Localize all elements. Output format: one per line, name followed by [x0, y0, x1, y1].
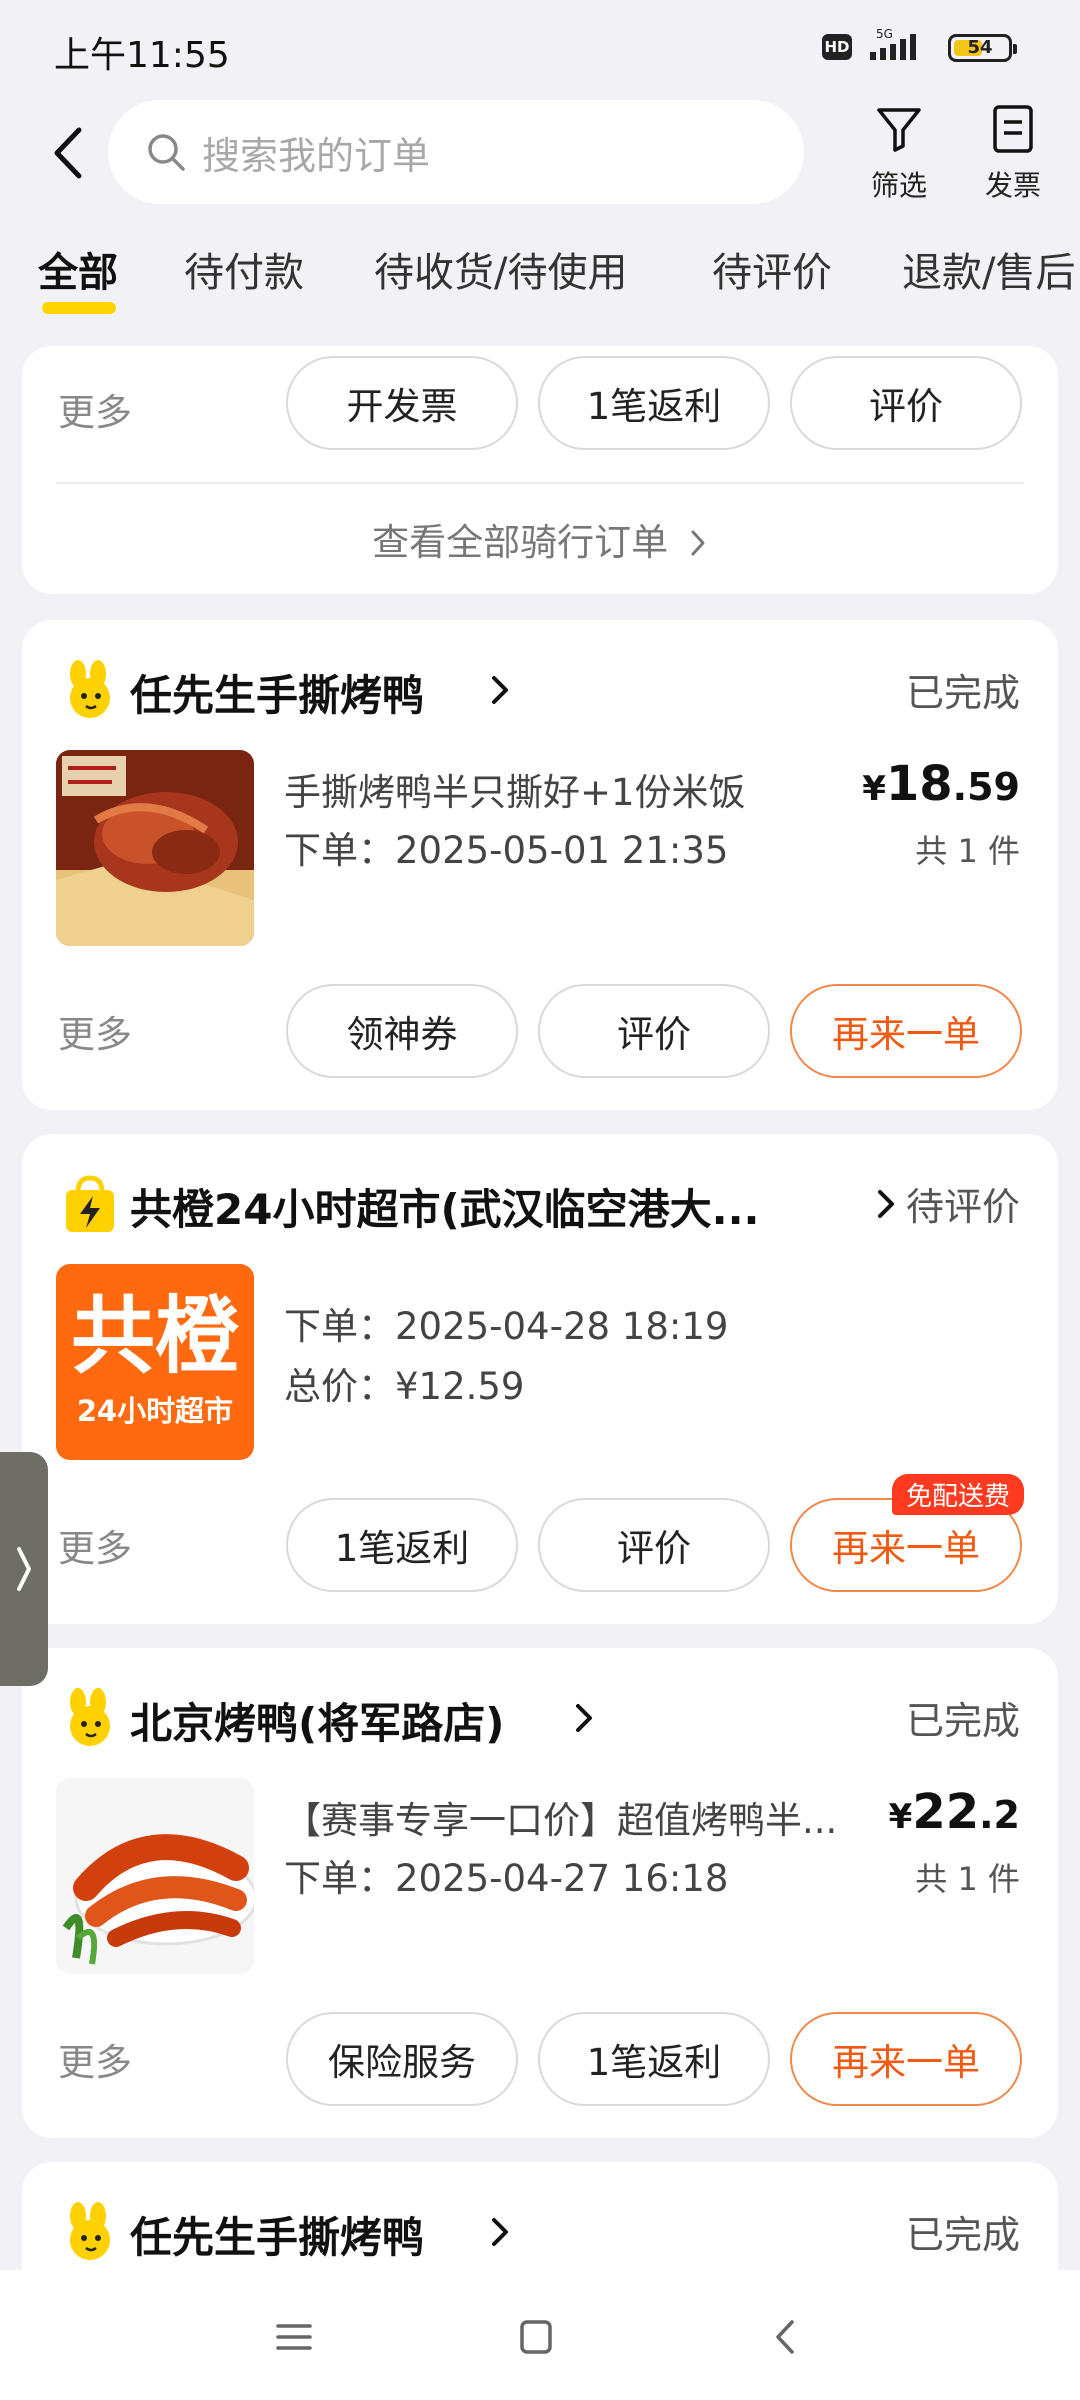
open-invoice-button[interactable]: 开发票 [286, 356, 518, 450]
order-card[interactable]: 任先生手撕烤鸭 已完成 手撕烤鸭半只撕好+1份米饭 下单：2025-05-01 … [22, 620, 1058, 1110]
tab-active-indicator [42, 302, 116, 314]
order-total: 总价：¥12.59 [284, 1365, 525, 1408]
order-date: 下单：2025-04-27 16:18 [284, 1857, 729, 1900]
review-button[interactable]: 评价 [538, 984, 770, 1078]
more-button[interactable]: 更多 [58, 1518, 132, 1572]
meituan-kangaroo-logo [70, 1688, 110, 1746]
logo-brand: 共橙 [70, 1287, 239, 1385]
order-card[interactable]: 北京烤鸭(将军路店) 已完成 【赛事专享一口价】超值烤鸭半... 下单：2025… [22, 1648, 1058, 2138]
back-nav-icon[interactable] [756, 2312, 816, 2362]
order-card-ride: 更多 开发票 1笔返利 评价 查看全部骑行订单 [22, 346, 1058, 594]
reorder-button[interactable]: 再来一单 [790, 984, 1022, 1078]
invoice-icon [993, 105, 1033, 153]
chevron-left-icon [54, 127, 82, 179]
free-delivery-badge: 免配送费 [891, 1474, 1024, 1515]
signal-icon: 5G [870, 27, 916, 60]
filter-label: 筛选 [870, 169, 927, 202]
system-nav-bar [0, 2270, 1080, 2400]
store-link[interactable]: 任先生手撕烤鸭 [60, 2198, 1020, 2264]
invoice-label: 发票 [984, 169, 1041, 202]
search-placeholder: 搜索我的订单 [202, 133, 431, 178]
battery-icon: 54 [948, 34, 1017, 62]
menu-icon[interactable] [264, 2312, 324, 2362]
status-time: 上午11:55 [54, 35, 230, 76]
product-image-peking-duck [56, 1778, 254, 1974]
tab-refund[interactable]: 退款/售后 [902, 240, 1075, 298]
product-name: 手撕烤鸭半只撕好+1份米饭 [284, 771, 746, 814]
svg-text:5G: 5G [876, 27, 893, 41]
store-link[interactable]: 北京烤鸭(将军路店) [60, 1684, 1020, 1750]
order-status: 已完成 [905, 1699, 1020, 1743]
product-image-roast-duck [56, 750, 254, 946]
item-count: 共 1 件 [915, 1860, 1020, 1898]
shopping-bag-icon [66, 1175, 114, 1232]
filter-button[interactable]: 筛选 [854, 104, 944, 204]
meituan-kangaroo-logo [70, 660, 110, 718]
home-icon[interactable] [506, 2312, 566, 2362]
gongcheng-store-logo: 共橙 24小时超市 [56, 1264, 254, 1460]
search-icon [148, 134, 185, 171]
product-name: 【赛事专享一口价】超值烤鸭半... [284, 1799, 838, 1842]
store-name: 共橙24小时超市(武汉临空港大... [130, 1185, 760, 1234]
chevron-right-icon [492, 676, 508, 704]
price-integer: 18 [885, 756, 953, 812]
chevron-right-icon [492, 2218, 508, 2246]
hd-icon: HD [822, 34, 852, 60]
logo-tagline: 24小时超市 [76, 1394, 234, 1428]
price-decimal: .2 [979, 1793, 1020, 1837]
get-coupon-button[interactable]: 领神券 [286, 984, 518, 1078]
more-button[interactable]: 更多 [58, 2032, 132, 2086]
view-all-label: 查看全部骑行订单 [372, 521, 669, 564]
search-input[interactable]: 搜索我的订单 [108, 100, 804, 204]
rebate-button[interactable]: 1笔返利 [538, 356, 770, 450]
filter-icon [877, 108, 921, 152]
store-name: 北京烤鸭(将军路店) [130, 1699, 505, 1748]
store-name: 任先生手撕烤鸭 [130, 671, 425, 720]
chevron-right-icon [878, 1190, 894, 1218]
insurance-service-button[interactable]: 保险服务 [286, 2012, 518, 2106]
more-button[interactable]: 更多 [58, 1004, 132, 1058]
view-all-ride-orders-link[interactable]: 查看全部骑行订单 [22, 512, 1058, 566]
rebate-button[interactable]: 1笔返利 [538, 2012, 770, 2106]
tab-pending-receipt[interactable]: 待收货/待使用 [374, 240, 627, 298]
tab-all[interactable]: 全部 [38, 240, 118, 298]
price-integer: 22 [912, 1784, 980, 1840]
chevron-right-icon [17, 1547, 31, 1591]
order-status: 已完成 [905, 2213, 1020, 2257]
divider [56, 482, 1024, 484]
tab-pending-review[interactable]: 待评价 [712, 240, 832, 298]
price-decimal: .59 [952, 765, 1020, 809]
more-button[interactable]: 更多 [58, 382, 132, 436]
battery-level: 54 [967, 37, 993, 58]
store-link[interactable]: 共橙24小时超市(武汉临空港大... [60, 1170, 1020, 1236]
reorder-label: 再来一单 [832, 1527, 980, 1570]
side-panel-handle[interactable] [0, 1452, 48, 1686]
store-name: 任先生手撕烤鸭 [130, 2213, 425, 2262]
rebate-button[interactable]: 1笔返利 [286, 1498, 518, 1592]
store-link[interactable]: 任先生手撕烤鸭 [60, 656, 1020, 722]
back-button[interactable] [40, 118, 96, 188]
order-price: ¥22.2 [889, 1784, 1020, 1840]
order-price: ¥18.59 [862, 756, 1020, 812]
item-count: 共 1 件 [915, 832, 1020, 870]
invoice-button[interactable]: 发票 [968, 104, 1058, 204]
chevron-right-icon [691, 530, 705, 556]
reorder-button[interactable]: 再来一单 [790, 2012, 1022, 2106]
order-card[interactable]: 共橙24小时超市(武汉临空港大... 待评价 共橙 24小时超市 下单：2025… [22, 1134, 1058, 1624]
order-date: 下单：2025-04-28 18:19 [284, 1305, 729, 1348]
tab-pending-payment[interactable]: 待付款 [184, 240, 304, 298]
meituan-kangaroo-logo [70, 2202, 110, 2260]
price-currency: ¥ [862, 769, 886, 809]
status-bar: 上午11:55 HD 5G 54 [0, 0, 1080, 90]
reorder-button[interactable]: 再来一单 免配送费 [790, 1474, 1024, 1592]
order-tabs: 全部 待付款 待收货/待使用 待评价 退款/售后 [0, 240, 1080, 340]
review-button[interactable]: 评价 [538, 1498, 770, 1592]
order-status: 已完成 [905, 671, 1020, 715]
order-list-page: 上午11:55 HD 5G 54 搜索我的订单 筛选 发票 全部 待付款 待收货… [0, 0, 1080, 2400]
price-currency: ¥ [888, 1797, 913, 1837]
review-button[interactable]: 评价 [790, 356, 1022, 450]
order-date: 下单：2025-05-01 21:35 [284, 829, 729, 872]
order-status: 待评价 [905, 1185, 1020, 1229]
chevron-right-icon [576, 1704, 592, 1732]
